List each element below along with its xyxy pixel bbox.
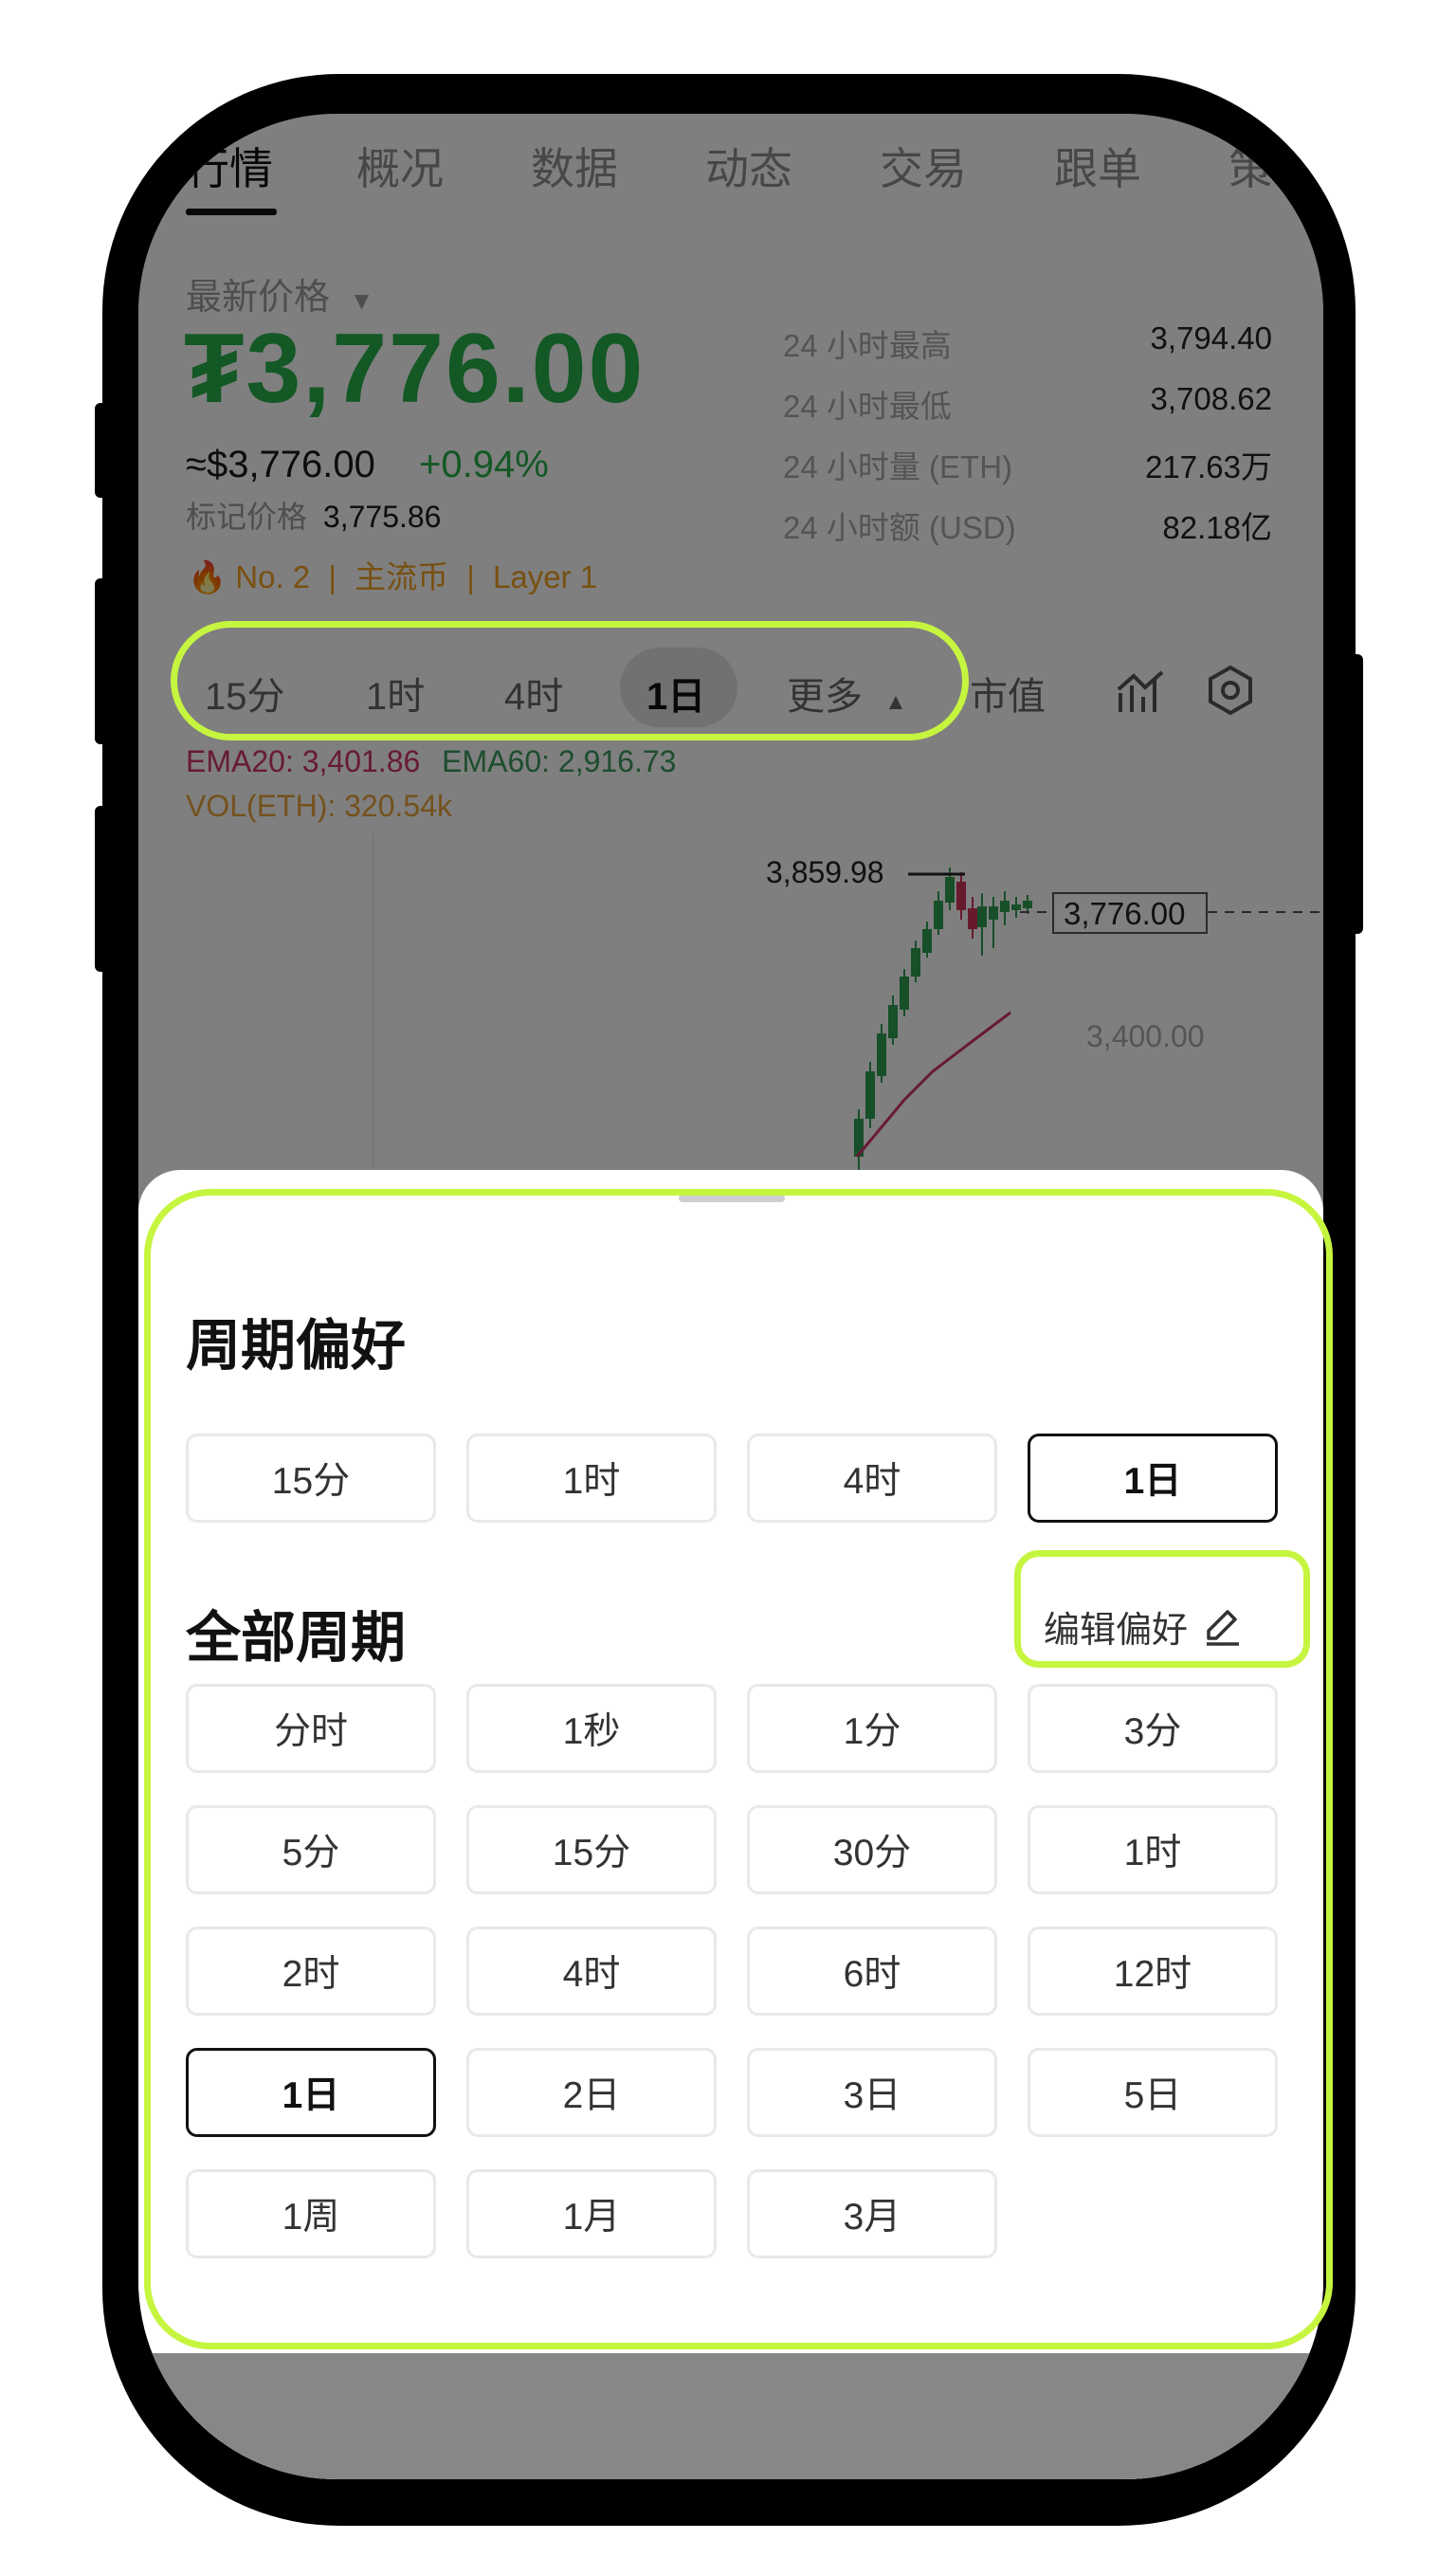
sheet-bottom-area xyxy=(138,2353,1323,2479)
highlight-period-bar xyxy=(171,621,969,740)
highlight-period-sheet xyxy=(144,1189,1333,2349)
volume-down-button xyxy=(95,806,108,972)
highlight-edit-preferences xyxy=(1014,1550,1310,1668)
mute-switch xyxy=(95,403,108,498)
power-button xyxy=(1350,654,1363,934)
volume-up-button xyxy=(95,578,108,744)
